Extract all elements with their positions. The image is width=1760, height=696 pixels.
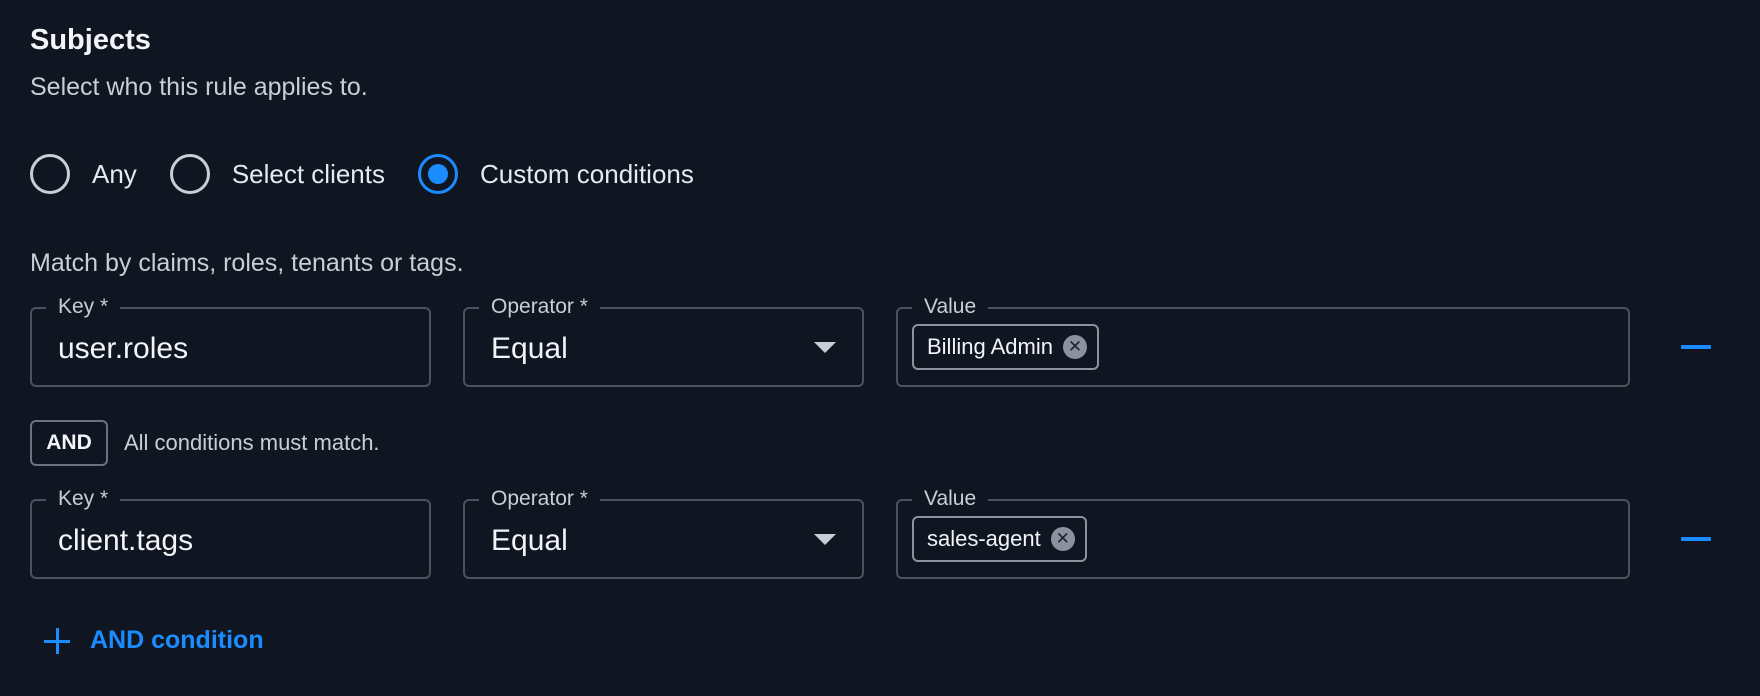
remove-condition-2-button[interactable] — [1664, 519, 1724, 559]
close-circle-icon[interactable]: ✕ — [1062, 335, 1087, 359]
radio-select-clients[interactable]: Select clients — [169, 154, 385, 194]
value-chip-label: sales-agent — [927, 526, 1041, 551]
value-chip-label: Billing Admin — [927, 334, 1053, 359]
radio-custom-conditions[interactable]: Custom conditions — [418, 154, 694, 194]
chevron-down-icon[interactable] — [814, 534, 836, 545]
condition-2-value-field[interactable]: Value sales-agent ✕ — [896, 485, 1630, 579]
condition-1-key-value[interactable]: user.roles — [58, 331, 188, 367]
value-chip: sales-agent ✕ — [912, 516, 1087, 562]
condition-2-key-field[interactable]: Key * client.tags — [30, 485, 431, 579]
minus-icon — [1681, 537, 1711, 541]
plus-icon — [44, 627, 70, 654]
chevron-down-icon[interactable] — [814, 342, 836, 353]
remove-condition-1-button[interactable] — [1664, 327, 1724, 367]
radio-custom-conditions-circle-icon[interactable] — [418, 154, 458, 194]
radio-any-label: Any — [92, 158, 137, 189]
add-condition-label: AND condition — [90, 626, 264, 654]
condition-1-key-field[interactable]: Key * user.roles — [30, 293, 431, 387]
radio-any[interactable]: Any — [30, 154, 137, 194]
subjects-panel: Subjects Select who this rule applies to… — [0, 0, 1760, 696]
radio-select-clients-label: Select clients — [231, 158, 385, 189]
condition-2-key-label: Key * — [46, 485, 121, 513]
condition-1-operator-select[interactable]: Operator * Equal — [463, 293, 864, 387]
subject-radio-group: Any Select clients Custom conditions — [30, 154, 727, 194]
condition-2-operator-select[interactable]: Operator * Equal — [463, 485, 864, 579]
match-hint: Match by claims, roles, tenants or tags. — [30, 249, 464, 277]
condition-2-value-label: Value — [912, 485, 989, 513]
radio-select-clients-circle-icon[interactable] — [169, 154, 210, 194]
condition-1-value-label: Value — [912, 293, 989, 321]
value-chip: Billing Admin ✕ — [912, 324, 1099, 370]
add-and-condition-button[interactable]: AND condition — [44, 626, 264, 655]
radio-custom-conditions-label: Custom conditions — [480, 158, 694, 189]
combinator-note: All conditions must match. — [124, 430, 380, 455]
radio-any-circle-icon[interactable] — [30, 154, 70, 194]
minus-icon — [1681, 345, 1711, 349]
and-badge: AND — [30, 420, 108, 466]
condition-2-key-value[interactable]: client.tags — [58, 523, 193, 559]
close-circle-icon[interactable]: ✕ — [1050, 527, 1075, 551]
condition-2-operator-value: Equal — [491, 524, 568, 557]
condition-1-value-field[interactable]: Value Billing Admin ✕ — [896, 293, 1630, 387]
condition-1-operator-label: Operator * — [479, 293, 600, 321]
condition-1-operator-value: Equal — [491, 332, 568, 365]
section-description: Select who this rule applies to. — [30, 73, 368, 101]
condition-1-key-label: Key * — [46, 293, 121, 321]
section-title: Subjects — [30, 24, 151, 56]
condition-2-operator-label: Operator * — [479, 485, 600, 513]
